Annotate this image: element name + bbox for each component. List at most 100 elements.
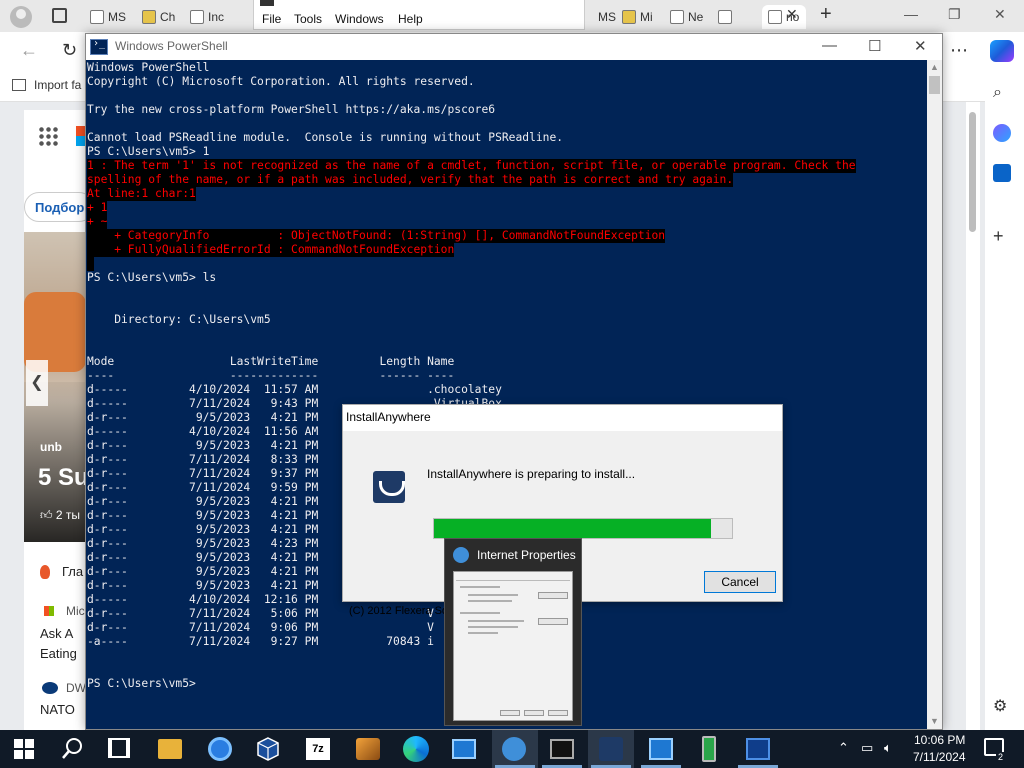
app-titlebar-fragment	[260, 0, 274, 6]
news-item-title[interactable]: NATO	[40, 702, 75, 717]
fire-icon	[40, 565, 50, 579]
tab-actions-icon[interactable]	[52, 8, 67, 23]
console-line: PS C:\Users\vm5> 1	[87, 145, 210, 158]
new-tab-icon[interactable]: +	[820, 3, 832, 26]
outlook-icon[interactable]	[993, 164, 1011, 182]
console-scrollbar-thumb[interactable]	[929, 76, 940, 94]
preview-line	[460, 612, 500, 614]
thumbnail-preview[interactable]	[453, 571, 573, 721]
preview-line	[468, 620, 524, 622]
search-icon[interactable]: ⌕	[993, 84, 1011, 102]
browser-tab[interactable]: Ch	[142, 5, 184, 29]
preview-line	[468, 626, 518, 628]
console-line: d-r--- 7/11/2024 9:37 PM	[87, 467, 319, 480]
browser-icon[interactable]	[208, 737, 232, 761]
console-line: d----- 4/10/2024 12:16 PM	[87, 593, 319, 606]
internet-properties-icon[interactable]	[502, 737, 526, 761]
edge-icon[interactable]	[403, 736, 429, 762]
browser-tab[interactable]: Inc	[190, 5, 234, 29]
tab-favicon-icon	[718, 10, 732, 24]
installanywhere-titlebar[interactable]: InstallAnywhere	[343, 405, 782, 431]
more-options-icon[interactable]: ⋯	[950, 40, 969, 61]
console-line: d----- 4/10/2024 11:56 AM	[87, 425, 319, 438]
browser-tab[interactable]	[718, 5, 758, 29]
app-icon[interactable]	[356, 738, 380, 760]
preview-tabs	[456, 574, 570, 581]
import-favorites-label: Import fa	[34, 78, 82, 92]
7zip-icon[interactable]: 7z	[306, 738, 330, 760]
tab-label: Ch	[160, 10, 176, 24]
maximize-icon[interactable]: ☐	[868, 37, 881, 55]
start-windows-icon[interactable]	[14, 739, 34, 759]
file-explorer-icon[interactable]	[158, 739, 182, 759]
preview-line	[468, 632, 498, 634]
browser-tab[interactable]: Ne	[670, 5, 714, 29]
apps-grid-icon[interactable]	[38, 126, 58, 146]
console-line: Copyright (C) Microsoft Corporation. All…	[87, 75, 475, 88]
tab-label: Inc	[208, 10, 225, 24]
clock-time[interactable]: 10:06 PM	[914, 733, 965, 747]
page-scrollbar-thumb[interactable]	[969, 112, 976, 232]
taskbar-thumbnail-popup[interactable]: Internet Properties	[444, 538, 582, 726]
console-scrollbar[interactable]: ▲ ▼	[927, 60, 942, 729]
profile-avatar[interactable]	[10, 6, 32, 28]
close-window-icon[interactable]: ✕	[994, 6, 1006, 23]
install-status-message: InstallAnywhere is preparing to install.…	[427, 467, 636, 481]
cancel-button[interactable]: Cancel	[704, 571, 776, 593]
control-panel-icon[interactable]	[452, 739, 476, 759]
task-view-icon[interactable]	[108, 738, 130, 758]
minimize-icon[interactable]: —	[904, 6, 918, 22]
virtualbox-icon[interactable]	[256, 736, 280, 762]
command-prompt-icon[interactable]	[550, 739, 574, 759]
news-item-title-cont[interactable]: Eating	[40, 646, 77, 661]
preview-button	[538, 592, 568, 599]
filter-button[interactable]: Подбор	[24, 192, 94, 222]
copilot-icon[interactable]	[990, 40, 1014, 62]
carousel-prev-icon[interactable]: ❮	[26, 360, 48, 406]
minimize-icon[interactable]: —	[822, 37, 837, 54]
console-error-line: 1 : The term '1' is not recognized as th…	[87, 159, 856, 173]
news-source: unb	[40, 440, 62, 454]
search-icon[interactable]	[60, 736, 84, 762]
volume-muted-icon[interactable]: 🔈︎	[884, 740, 892, 756]
menu-file[interactable]: File	[262, 12, 281, 26]
installanywhere-icon[interactable]	[599, 737, 623, 761]
close-icon[interactable]: ✕	[914, 37, 927, 55]
close-tab-icon[interactable]: ✕	[786, 6, 798, 23]
clock-date[interactable]: 7/11/2024	[913, 750, 966, 764]
menu-help[interactable]: Help	[398, 12, 423, 26]
browser-tab-active[interactable]: no	[762, 5, 806, 29]
add-icon[interactable]: +	[993, 226, 1011, 246]
menu-windows[interactable]: Windows	[335, 12, 384, 26]
powershell-titlebar[interactable]: Windows PowerShell — ☐ ✕	[86, 34, 942, 60]
console-line: Cannot load PSReadline module. Console i…	[87, 131, 564, 144]
browser-tab[interactable]: MS	[90, 5, 138, 29]
browser-tab[interactable]: MS	[598, 5, 622, 29]
restore-icon[interactable]: ❐	[948, 6, 961, 23]
news-headline[interactable]: 5 Su	[38, 464, 89, 492]
reload-icon[interactable]: ↻	[62, 40, 77, 61]
news-likes[interactable]: 👍︎ 2 ты	[40, 508, 80, 523]
copilot-sidebar-icon[interactable]	[993, 124, 1011, 142]
news-item-source: Mic	[66, 604, 85, 618]
menu-tools[interactable]: Tools	[294, 12, 322, 26]
browser-tab[interactable]: Mi	[622, 5, 666, 29]
settings-gear-icon[interactable]: ⚙	[993, 696, 1011, 715]
console-error-line: spelling of the name, or if a path was i…	[87, 173, 734, 187]
news-item-title[interactable]: Ask A	[40, 626, 73, 641]
device-icon[interactable]	[702, 736, 716, 762]
preview-line	[468, 600, 512, 602]
console-error-line: + FullyQualifiedErrorId : CommandNotFoun…	[87, 243, 455, 257]
back-icon[interactable]: ←	[20, 40, 38, 61]
network-icon[interactable]: ▭	[861, 740, 873, 756]
remote-desktop-icon[interactable]	[649, 738, 673, 760]
console-line: d-r--- 9/5/2023 4:21 PM	[87, 439, 319, 452]
import-favorites-link[interactable]: Import fa	[12, 78, 81, 92]
console-error-line	[87, 257, 94, 271]
tray-overflow-icon[interactable]: ⌃	[838, 740, 849, 756]
powershell-taskbar-icon[interactable]	[746, 738, 770, 760]
scroll-down-icon[interactable]: ▼	[930, 716, 939, 726]
tab-label: MS	[598, 10, 616, 24]
scroll-up-icon[interactable]: ▲	[930, 62, 939, 72]
console-line: d-r--- 7/11/2024 9:06 PM V	[87, 621, 434, 634]
